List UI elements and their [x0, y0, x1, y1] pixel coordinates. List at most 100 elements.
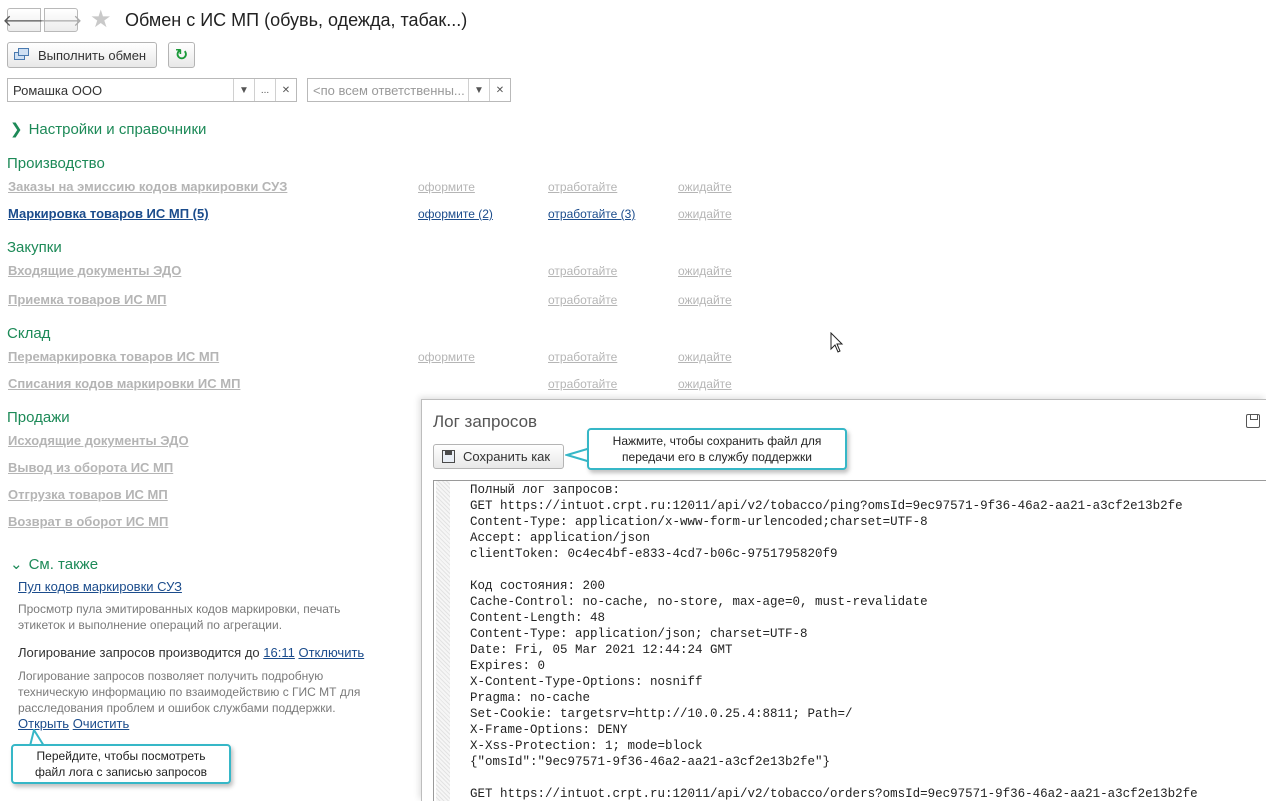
logging-description-line: расследования проблем и ошибок службами … — [18, 701, 336, 715]
action-wait[interactable]: ожидайте — [678, 207, 732, 221]
logging-status-text: Логирование запросов производится до — [18, 645, 260, 660]
group-title-production: Производство — [7, 155, 105, 172]
action-process[interactable]: отработайте — [548, 350, 617, 364]
settings-section-toggle[interactable]: ❯ Настройки и справочники — [10, 120, 206, 138]
code-pool-link[interactable]: Пул кодов маркировки СУЗ — [18, 579, 182, 594]
logging-description-line: техническую информацию по взаимодействию… — [18, 685, 361, 699]
log-line: Pragma: no-cache — [470, 691, 591, 705]
refresh-icon: ↻ — [174, 47, 189, 64]
action-wait[interactable]: ожидайте — [678, 293, 732, 307]
row-remarking[interactable]: Перемаркировка товаров ИС МП — [8, 349, 219, 364]
group-title-purchases: Закупки — [7, 239, 62, 256]
exchange-icon — [14, 48, 30, 62]
star-icon[interactable]: ★ — [90, 8, 112, 32]
row-goods-marking[interactable]: Маркировка товаров ИС МП (5) — [8, 206, 209, 221]
row-goods-receipt[interactable]: Приемка товаров ИС МП — [8, 292, 167, 307]
responsible-field[interactable]: <по всем ответственны... ▼ ✕ — [307, 78, 511, 102]
log-line: Accept: application/json — [470, 531, 651, 545]
action-issue[interactable]: оформите — [418, 180, 475, 194]
clear-log-link[interactable]: Очистить — [73, 716, 130, 731]
group-title-warehouse: Склад — [7, 325, 51, 342]
row-code-writeoff[interactable]: Списания кодов маркировки ИС МП — [8, 376, 240, 391]
select-more-button[interactable]: ... — [254, 79, 275, 101]
clear-icon[interactable]: ✕ — [275, 79, 296, 101]
action-wait[interactable]: ожидайте — [678, 264, 732, 278]
action-process[interactable]: отработайте — [548, 377, 617, 391]
organization-field[interactable]: Ромашка ООО ▼ ... ✕ — [7, 78, 297, 102]
row-outgoing-edo[interactable]: Исходящие документы ЭДО — [8, 433, 189, 448]
page-title: Обмен с ИС МП (обувь, одежда, табак...) — [125, 10, 468, 30]
action-wait[interactable]: ожидайте — [678, 350, 732, 364]
mouse-cursor-icon — [830, 332, 844, 353]
callout-line: передачи его в службу поддержки — [622, 450, 812, 464]
callout-line: Нажмите, чтобы сохранить файл для — [612, 434, 822, 448]
settings-section-label: Настройки и справочники — [28, 121, 207, 138]
log-line: X-Frame-Options: DENY — [470, 723, 628, 737]
callout-save-as: Нажмите, чтобы сохранить файл для переда… — [587, 428, 847, 470]
action-wait[interactable]: ожидайте — [678, 180, 732, 194]
log-line: clientToken: 0c4ec4bf-e833-4cd7-b06c-975… — [470, 547, 838, 561]
action-issue[interactable]: оформите (2) — [418, 207, 493, 221]
log-line: GET https://intuot.crpt.ru:12011/api/v2/… — [470, 499, 1183, 513]
log-content: Полный лог запросов: GET https://intuot.c… — [470, 482, 1198, 801]
see-also-label: См. также — [28, 556, 99, 573]
action-process[interactable]: отработайте (3) — [548, 207, 635, 221]
row-incoming-edo[interactable]: Входящие документы ЭДО — [8, 263, 181, 278]
responsible-placeholder[interactable]: <по всем ответственны... — [308, 83, 468, 98]
log-line: Код состояния: 200 — [470, 579, 606, 593]
refresh-button[interactable]: ↻ — [168, 42, 195, 68]
execute-exchange-button[interactable]: Выполнить обмен — [7, 42, 157, 68]
save-as-button[interactable]: Сохранить как — [433, 444, 564, 469]
floppy-disk-icon[interactable] — [1246, 414, 1260, 428]
save-as-label: Сохранить как — [463, 449, 551, 464]
log-line: Date: Fri, 05 Mar 2021 12:44:24 GMT — [470, 643, 733, 657]
logging-status: Логирование запросов производится до 16:… — [18, 645, 364, 660]
chevron-right-icon: ❯ — [10, 121, 23, 138]
callout-line: Перейдите, чтобы посмотреть — [36, 749, 206, 763]
log-line: {"omsId":"9ec97571-9f36-46a2-aa21-a3cf2e… — [470, 755, 831, 769]
action-process[interactable]: отработайте — [548, 293, 617, 307]
action-process[interactable]: отработайте — [548, 264, 617, 278]
disk-icon — [442, 450, 455, 463]
action-issue[interactable]: оформите — [418, 350, 475, 364]
organization-value[interactable]: Ромашка ООО — [8, 83, 233, 98]
log-window-title: Лог запросов — [433, 412, 538, 431]
logging-time-link[interactable]: 16:11 — [263, 645, 295, 660]
log-line: X-Xss-Protection: 1; mode=block — [470, 739, 703, 753]
log-line: X-Content-Type-Options: nosniff — [470, 675, 703, 689]
see-also-toggle[interactable]: ⌄ См. также — [10, 555, 98, 573]
row-withdrawal[interactable]: Вывод из оборота ИС МП — [8, 460, 173, 475]
code-pool-description-line: Просмотр пула эмитированных кодов маркир… — [18, 602, 341, 616]
logging-description-line: Логирование запросов позволяет получить … — [18, 669, 324, 683]
code-pool-description-line: этикеток и выполнение операций по агрега… — [18, 618, 283, 632]
log-gutter — [436, 481, 450, 801]
row-return[interactable]: Возврат в оборот ИС МП — [8, 514, 168, 529]
arrow-right-icon: 🡒 — [39, 12, 83, 30]
log-line: Полный лог запросов: — [470, 483, 621, 497]
action-wait[interactable]: ожидайте — [678, 377, 732, 391]
execute-exchange-label: Выполнить обмен — [38, 47, 147, 63]
log-line: Content-Type: application/x-www-form-url… — [470, 515, 928, 529]
log-line: Content-Type: application/json; charset=… — [470, 627, 808, 641]
log-line: GET https://intuot.crpt.ru:12011/api/v2/… — [470, 787, 1198, 801]
dropdown-arrow-icon[interactable]: ▼ — [468, 79, 489, 101]
disable-logging-link[interactable]: Отключить — [298, 645, 364, 660]
dropdown-arrow-icon[interactable]: ▼ — [233, 79, 254, 101]
log-line: Set-Cookie: targetsrv=http://10.0.25.4:8… — [470, 707, 853, 721]
log-line: Expires: 0 — [470, 659, 546, 673]
log-line: Cache-Control: no-cache, no-store, max-a… — [470, 595, 928, 609]
chevron-down-icon: ⌄ — [10, 556, 23, 573]
log-text-area[interactable]: Полный лог запросов: GET https://intuot.c… — [433, 480, 1266, 801]
group-title-sales: Продажи — [7, 409, 70, 426]
callout-line: файл лога с записью запросов — [34, 765, 208, 779]
clear-icon[interactable]: ✕ — [489, 79, 510, 101]
row-shipment[interactable]: Отгрузка товаров ИС МП — [8, 487, 168, 502]
row-emission-orders[interactable]: Заказы на эмиссию кодов маркировки СУЗ — [8, 179, 287, 194]
forward-button[interactable]: 🡒 — [40, 8, 82, 32]
callout-open-log: Перейдите, чтобы посмотреть файл лога с … — [11, 744, 231, 784]
log-line: Content-Length: 48 — [470, 611, 606, 625]
action-process[interactable]: отработайте — [548, 180, 617, 194]
back-button[interactable]: 🡐 — [3, 8, 45, 32]
